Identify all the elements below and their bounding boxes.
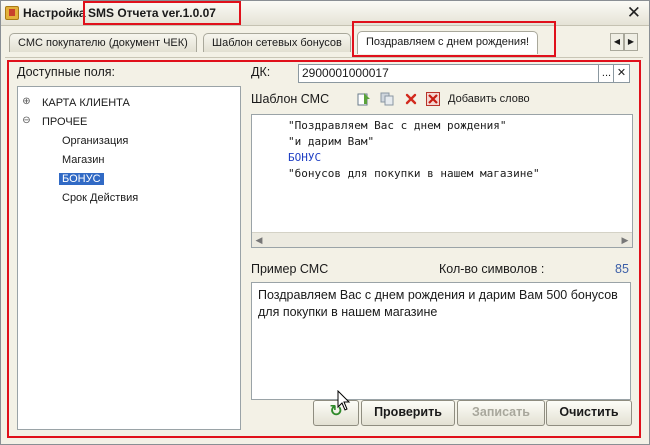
app-icon: [5, 6, 19, 20]
example-label: Пример СМС: [251, 262, 329, 276]
tree-item-label: Магазин: [62, 154, 105, 166]
fields-tree[interactable]: ⊕ КАРТА КЛИЕНТА ⊖ ПРОЧЕЕ Организация Маг…: [17, 86, 241, 430]
tree-item-label: КАРТА КЛИЕНТА: [42, 97, 130, 109]
add-word-button[interactable]: Добавить слово: [448, 93, 530, 105]
window-title-suffix: SMS Отчета ver.1.0.07: [88, 6, 216, 20]
tab-network-bonus[interactable]: Шаблон сетевых бонусов: [203, 33, 351, 52]
mouse-cursor-icon: [337, 390, 351, 411]
char-count-value: 85: [615, 262, 629, 276]
available-fields-label: Доступные поля:: [17, 65, 115, 79]
birthday-panel: Доступные поля: ⊕ КАРТА КЛИЕНТА ⊖ ПРОЧЕЕ…: [5, 57, 643, 438]
tree-item-label: ПРОЧЕЕ: [42, 116, 88, 128]
tab-scroll-right-icon[interactable]: ▶: [624, 33, 638, 51]
settings-window: Настройка SMS Отчета ver.1.0.07 ✕ СМС по…: [0, 0, 650, 445]
template-label: Шаблон СМС: [251, 92, 330, 106]
tree-item-expiry[interactable]: Срок Действия: [62, 190, 138, 206]
dk-label: ДК:: [251, 65, 271, 79]
template-line: "и дарим Вам": [288, 135, 375, 148]
insert-field-icon[interactable]: [357, 92, 371, 106]
template-line: "бонусов для покупки в нашем магазине": [288, 167, 540, 180]
tree-item-organization[interactable]: Организация: [62, 133, 128, 149]
clear-button[interactable]: Очистить: [546, 400, 632, 426]
delete-icon[interactable]: [404, 92, 418, 106]
tree-item-label: Организация: [62, 135, 129, 147]
title-bar: Настройка SMS Отчета ver.1.0.07 ✕: [1, 1, 649, 26]
template-line: БОНУС: [288, 151, 322, 164]
clear-all-icon[interactable]: [426, 92, 440, 106]
dk-input[interactable]: 2900001000017: [298, 64, 603, 83]
tree-item-bonus[interactable]: БОНУС: [59, 171, 104, 187]
template-editor[interactable]: "Поздравляем Вас с днем рождения" "и дар…: [251, 114, 633, 248]
template-hscrollbar[interactable]: ◀ ▶: [252, 232, 632, 247]
tree-item-store[interactable]: Магазин: [62, 152, 104, 168]
tab-birthday[interactable]: Поздравляем с днем рождения!: [357, 31, 539, 54]
copy-icon[interactable]: [380, 92, 394, 106]
close-icon[interactable]: ✕: [627, 3, 641, 23]
char-count-label: Кол-во символов :: [439, 262, 545, 276]
tree-item-label: БОНУС: [59, 173, 104, 185]
tree-item-label: Срок Действия: [62, 192, 139, 204]
scroll-right-icon[interactable]: ▶: [618, 233, 632, 247]
tab-scroll-left-icon[interactable]: ◀: [610, 33, 624, 51]
check-button[interactable]: Проверить: [361, 400, 455, 426]
window-title-prefix: Настройка: [23, 6, 86, 20]
example-sms-text: Поздравляем Вас с днем рождения и дарим …: [251, 282, 631, 400]
refresh-button[interactable]: ↻: [313, 400, 359, 426]
scroll-left-icon[interactable]: ◀: [252, 233, 266, 247]
dk-clear-icon[interactable]: ✕: [613, 64, 630, 83]
template-line: "Поздравляем Вас с днем рождения": [288, 119, 507, 132]
tab-strip: СМС покупателю (документ ЧЕК) Шаблон сет…: [1, 21, 649, 57]
tab-sms-customer[interactable]: СМС покупателю (документ ЧЕК): [9, 33, 197, 52]
collapse-icon[interactable]: ⊖: [22, 116, 31, 126]
write-button[interactable]: Записать: [457, 400, 545, 426]
expand-icon[interactable]: ⊕: [22, 97, 31, 107]
